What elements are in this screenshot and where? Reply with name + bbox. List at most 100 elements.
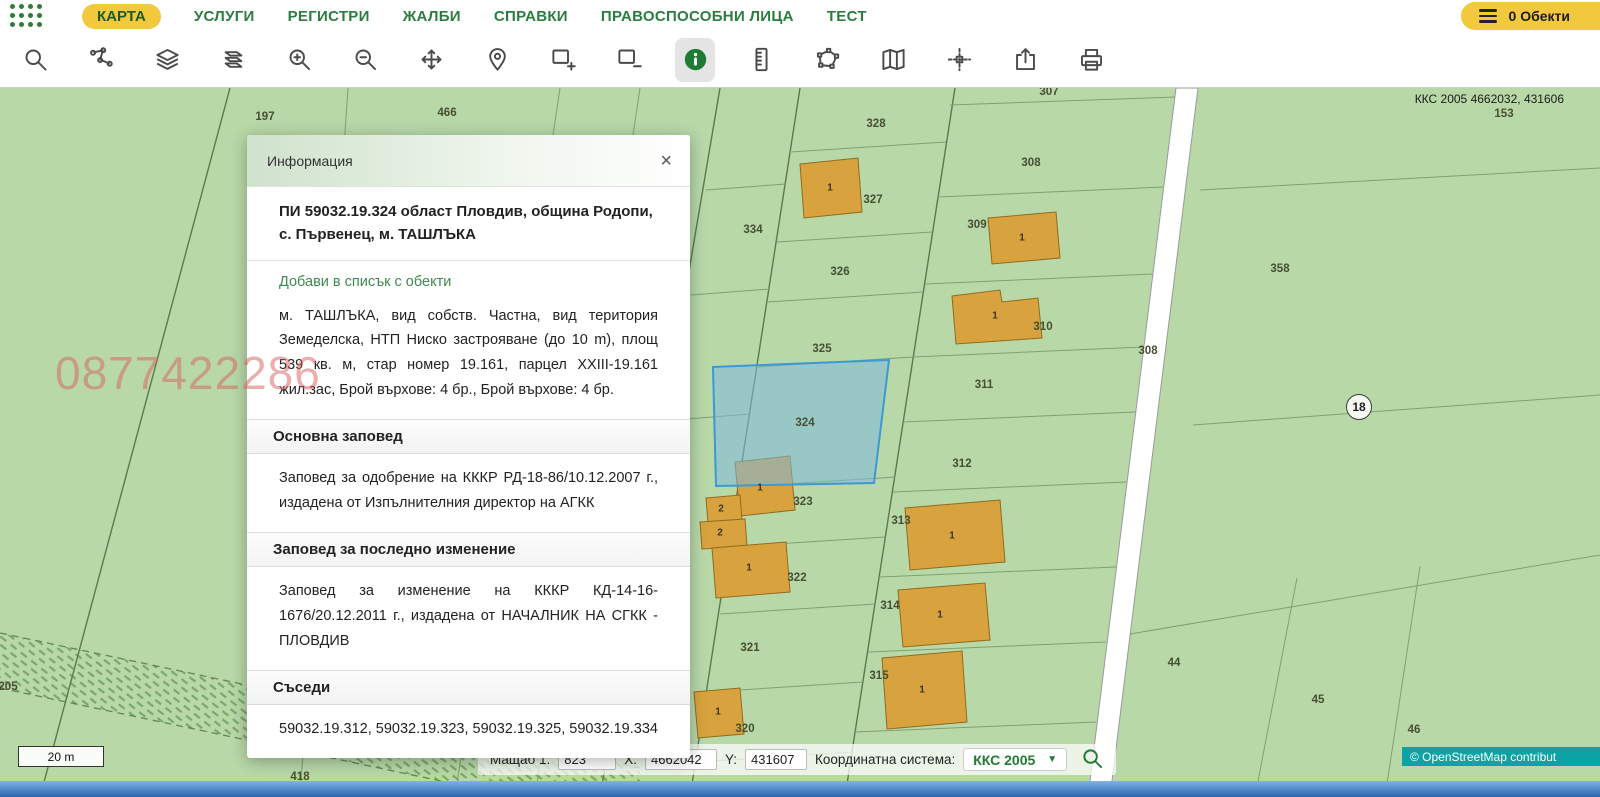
parcel-label-326: 326 bbox=[830, 266, 849, 278]
parcel-label-321: 321 bbox=[740, 642, 759, 654]
zoom-window-in-icon bbox=[550, 46, 577, 73]
tool-zoom-window-out[interactable] bbox=[609, 38, 649, 82]
scale-bar: 20 m bbox=[18, 746, 104, 767]
parcel-label-45: 45 bbox=[1312, 694, 1325, 706]
parcel-details: м. ТАШЛЪКА, вид собств. Частна, вид тери… bbox=[247, 304, 690, 404]
parcel-label-310: 310 bbox=[1033, 321, 1052, 333]
tool-snap[interactable] bbox=[939, 38, 979, 82]
parcel-title: ПИ 59032.19.324 област Пловдив, община Р… bbox=[247, 187, 690, 261]
parcel-label-205: 205 bbox=[0, 681, 18, 693]
apps-grid-icon[interactable] bbox=[10, 4, 43, 28]
crs-value: ККС 2005 bbox=[973, 752, 1035, 768]
parcel-label-325: 325 bbox=[812, 343, 831, 355]
parcel-node-marker: 18 bbox=[1346, 394, 1372, 420]
map-toolbar bbox=[0, 32, 1600, 88]
top-navigation: КАРТА УСЛУГИ РЕГИСТРИ ЖАЛБИ СПРАВКИ ПРАВ… bbox=[0, 0, 1600, 32]
tool-info[interactable] bbox=[675, 38, 715, 82]
nav-karta[interactable]: КАРТА bbox=[82, 4, 161, 29]
tool-export[interactable] bbox=[1005, 38, 1045, 82]
info-popup-body: ПИ 59032.19.324 област Пловдив, община Р… bbox=[247, 187, 690, 742]
parcel-label-312: 312 bbox=[952, 458, 971, 470]
nav-spravki[interactable]: СПРАВКИ bbox=[494, 8, 568, 25]
tool-layer-stack[interactable] bbox=[213, 38, 253, 82]
parcel-label-322: 322 bbox=[787, 572, 806, 584]
tool-ruler[interactable] bbox=[741, 38, 781, 82]
tool-measure-area[interactable] bbox=[807, 38, 847, 82]
building-label: 1 bbox=[937, 610, 943, 621]
measure-area-icon bbox=[814, 46, 841, 73]
y-coordinate-input[interactable] bbox=[745, 749, 807, 770]
parcel-label-327: 327 bbox=[863, 194, 882, 206]
tool-search[interactable] bbox=[15, 38, 55, 82]
parcel-label-311: 311 bbox=[975, 379, 994, 391]
cadastral-map-graphics bbox=[0, 88, 1600, 797]
map-overview-icon bbox=[880, 46, 907, 73]
objects-counter[interactable]: 0 Обекти bbox=[1461, 2, 1600, 30]
bottom-strip bbox=[0, 781, 1600, 797]
last-change-text: Заповед за изменение на КККР КД-14-16-16… bbox=[247, 579, 690, 654]
parcel-label-308: 308 bbox=[1021, 157, 1040, 169]
parcel-label-324: 324 bbox=[795, 417, 814, 429]
tool-map-overview[interactable] bbox=[873, 38, 913, 82]
building-label: 2 bbox=[717, 528, 723, 539]
close-icon[interactable]: × bbox=[660, 151, 672, 171]
nav-uslugi[interactable]: УСЛУГИ bbox=[194, 8, 255, 25]
y-label: Y: bbox=[725, 752, 737, 767]
main-order-text: Заповед за одобрение на КККР РД-18-86/10… bbox=[247, 466, 690, 516]
parcel-label-314: 314 bbox=[880, 600, 899, 612]
section-neighbors: Съседи bbox=[247, 670, 690, 705]
building-label: 1 bbox=[1019, 233, 1025, 244]
nav-pravosposobni-litsa[interactable]: ПРАВОСПОСОБНИ ЛИЦА bbox=[601, 8, 794, 25]
select-tools-icon bbox=[88, 46, 115, 73]
building-label: 1 bbox=[827, 183, 833, 194]
osm-attribution[interactable]: © OpenStreetMap contribut bbox=[1402, 747, 1600, 766]
tool-layers[interactable] bbox=[147, 38, 187, 82]
map-corner-crs-label: ККС 2005 4662032, 431606 bbox=[1415, 92, 1564, 106]
snap-crosshair-icon bbox=[946, 46, 973, 73]
parcel-label-334: 334 bbox=[743, 224, 762, 236]
building-label: 1 bbox=[919, 685, 925, 696]
parcel-label-46: 46 bbox=[1408, 724, 1421, 736]
info-popup-header: Информация × bbox=[247, 135, 690, 187]
tool-locate[interactable] bbox=[477, 38, 517, 82]
crs-dropdown[interactable]: ККС 2005 ▼ bbox=[963, 748, 1067, 771]
search-icon bbox=[22, 46, 49, 73]
parcel-label-466: 466 bbox=[437, 107, 456, 119]
menu-icon bbox=[1479, 9, 1497, 23]
parcel-label-358: 358 bbox=[1270, 263, 1289, 275]
tool-select[interactable] bbox=[81, 38, 121, 82]
tool-print[interactable] bbox=[1071, 38, 1111, 82]
tool-zoom-out[interactable] bbox=[345, 38, 385, 82]
parcel-label-44: 44 bbox=[1168, 657, 1181, 669]
building-label: 1 bbox=[949, 531, 955, 542]
parcel-label-328: 328 bbox=[866, 118, 885, 130]
cadastre-app: КАРТА УСЛУГИ РЕГИСТРИ ЖАЛБИ СПРАВКИ ПРАВ… bbox=[0, 0, 1600, 797]
tool-zoom-window-in[interactable] bbox=[543, 38, 583, 82]
zoom-window-out-icon bbox=[616, 46, 643, 73]
zoom-in-icon bbox=[286, 46, 313, 73]
building-label: 1 bbox=[992, 311, 998, 322]
parcel-label-153: 153 bbox=[1494, 108, 1513, 120]
section-last-change: Заповед за последно изменение bbox=[247, 532, 690, 567]
section-main-order: Основна заповед bbox=[247, 419, 690, 454]
nav-registri[interactable]: РЕГИСТРИ bbox=[288, 8, 370, 25]
parcel-label-197: 197 bbox=[255, 111, 274, 123]
crs-label: Координатна система: bbox=[815, 752, 955, 767]
chevron-down-icon: ▼ bbox=[1047, 754, 1057, 765]
nav-zhalbi[interactable]: ЖАЛБИ bbox=[403, 8, 461, 25]
layers-icon bbox=[154, 46, 181, 73]
parcel-label-309: 309 bbox=[967, 219, 986, 231]
tool-zoom-in[interactable] bbox=[279, 38, 319, 82]
zoom-out-icon bbox=[352, 46, 379, 73]
building-label: 1 bbox=[746, 563, 752, 574]
print-icon bbox=[1078, 46, 1105, 73]
tool-pan[interactable] bbox=[411, 38, 451, 82]
location-pin-icon bbox=[484, 46, 511, 73]
map-canvas[interactable]: 1974663073283273343083093263583103253083… bbox=[0, 88, 1600, 797]
add-to-objects-link[interactable]: Добави в списък с обекти bbox=[279, 274, 451, 290]
building-label: 1 bbox=[715, 707, 721, 718]
neighbors-text: 59032.19.312, 59032.19.323, 59032.19.325… bbox=[247, 717, 690, 742]
nav-test[interactable]: ТЕСТ bbox=[827, 8, 867, 25]
coordinate-search-button[interactable] bbox=[1081, 747, 1104, 773]
popup-title: Информация bbox=[267, 153, 353, 169]
